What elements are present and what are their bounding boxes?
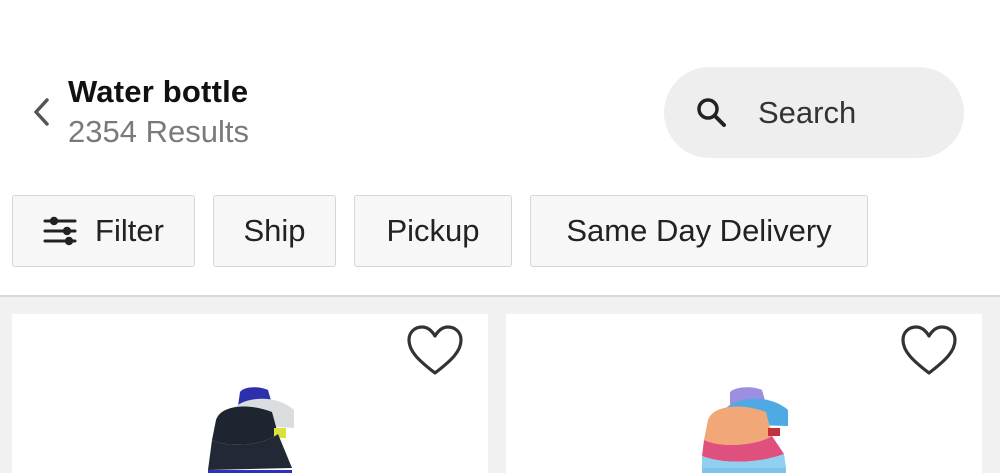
pickup-label: Pickup (386, 213, 480, 248)
page-title: Water bottle (68, 74, 249, 109)
search-placeholder: Search (758, 94, 857, 130)
header-area: Water bottle 2354 Results Search Filter … (0, 0, 1000, 296)
product-card[interactable] (12, 314, 488, 473)
search-results-screen: Water bottle 2354 Results Search Filter … (0, 0, 1000, 473)
sliders-icon (43, 215, 77, 247)
filter-button[interactable]: Filter (12, 195, 195, 267)
ship-label: Ship (243, 213, 306, 248)
chevron-left-icon (30, 96, 52, 128)
result-count: 2354 Results (68, 114, 249, 149)
pickup-filter-chip[interactable]: Pickup (354, 195, 512, 267)
heart-icon[interactable] (900, 324, 958, 378)
search-icon (694, 95, 730, 131)
back-button[interactable] (24, 92, 58, 132)
divider (0, 295, 1000, 297)
same-day-delivery-filter-chip[interactable]: Same Day Delivery (530, 195, 868, 267)
product-image[interactable] (696, 384, 792, 473)
product-card[interactable] (506, 314, 982, 473)
heart-icon[interactable] (406, 324, 464, 378)
filter-label: Filter (95, 213, 164, 248)
ship-filter-chip[interactable]: Ship (213, 195, 336, 267)
product-image[interactable] (202, 384, 298, 473)
title-block: Water bottle 2354 Results (68, 72, 249, 152)
search-bar[interactable]: Search (664, 67, 964, 158)
same-day-delivery-label: Same Day Delivery (566, 213, 832, 248)
